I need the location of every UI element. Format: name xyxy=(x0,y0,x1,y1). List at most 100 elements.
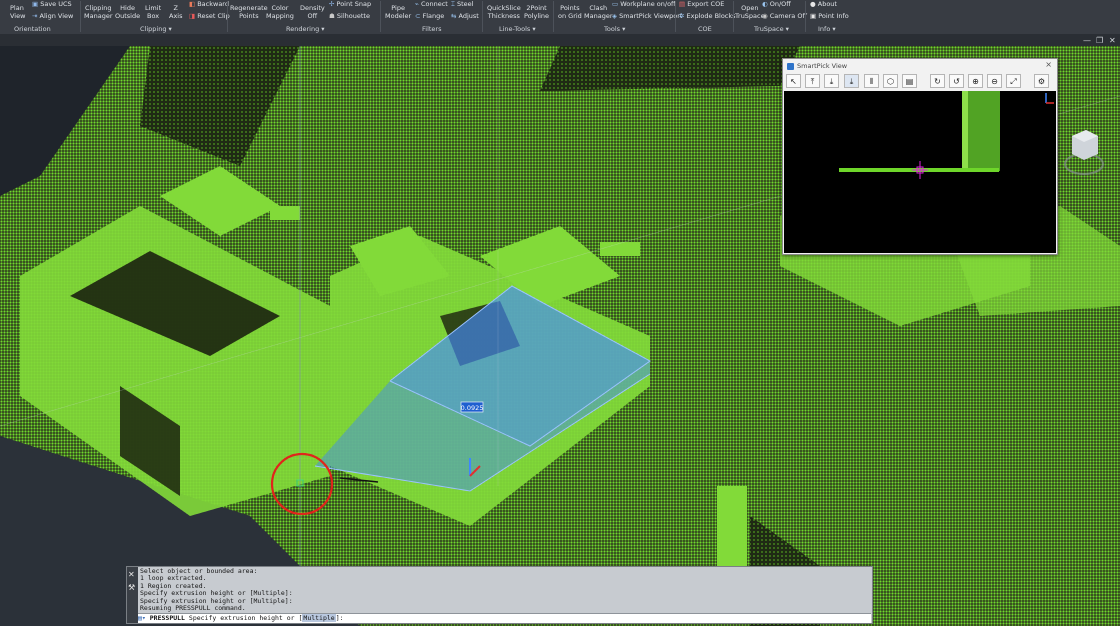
cube-icon[interactable]: ⬡ xyxy=(883,74,898,88)
plan-view-label: Plan xyxy=(10,4,24,12)
camera-icon: ◉ xyxy=(762,12,770,20)
regenerate-points-button[interactable]: Regenerate Points xyxy=(230,4,268,20)
polyline-label-2: Polyline xyxy=(524,12,550,20)
z-axis-label: Z xyxy=(173,4,178,12)
point-snap-label: Point Snap xyxy=(336,0,372,8)
zoom-extents-icon[interactable]: ⤢ xyxy=(1006,74,1021,88)
open-truspace-button[interactable]: Open TruSpace xyxy=(735,4,765,20)
point-info-button[interactable]: ▣ Point Info xyxy=(810,12,849,20)
down-view-icon[interactable]: ⤓ xyxy=(824,74,839,88)
command-input[interactable]: ▤▾ PRESSPULL Specify extrusion height or… xyxy=(138,613,871,623)
divider xyxy=(227,1,228,32)
minimize-icon[interactable]: — xyxy=(1083,36,1091,45)
divider xyxy=(805,1,806,32)
regenerate-label-2: Points xyxy=(239,12,259,20)
steel-button[interactable]: ⌶ Steel xyxy=(451,0,473,8)
reset-clip-button[interactable]: ◨ Reset Clip xyxy=(189,12,230,20)
group-tools: Tools ▾ xyxy=(604,25,626,33)
explode-blocks-label: Explode Blocks xyxy=(686,12,736,20)
workplane-icon: ▭ xyxy=(612,0,621,8)
export-coe-button[interactable]: ▤ Export COE xyxy=(679,0,724,8)
quickslice-thickness-button[interactable]: QuickSlice Thickness xyxy=(487,4,521,20)
info-icon: ● xyxy=(810,0,818,8)
ribbon: Plan View ▣ Save UCS ⇥ Align View Orienta… xyxy=(0,0,1120,34)
smartpick-view-panel[interactable]: SmartPick View × ↖ ⤒ ⤓ ⤓ ⦀ ⬡ ▤ ↻ ↺ ⊕ ⊖ ⤢… xyxy=(782,58,1058,255)
rotate-ccw-icon[interactable]: ↺ xyxy=(949,74,964,88)
explode-blocks-button[interactable]: ✲ Explode Blocks xyxy=(679,12,736,20)
limit-box-button[interactable]: Limit Box xyxy=(145,4,161,20)
settings-icon[interactable]: ⚙ xyxy=(1034,74,1049,88)
close-command-icon[interactable]: ✕ xyxy=(128,570,135,579)
multiple-option[interactable]: Multiple xyxy=(302,614,336,622)
select-icon[interactable]: ↖ xyxy=(786,74,801,88)
navigation-cube[interactable] xyxy=(1064,124,1104,190)
adjust-icon: ⇆ xyxy=(451,12,459,20)
points-on-grid-label-2: on Grid xyxy=(558,12,582,20)
divider xyxy=(675,1,676,32)
group-orientation: Orientation xyxy=(14,25,51,33)
toggle-icon: ◐ xyxy=(762,0,770,8)
point-snap-button[interactable]: ✢ Point Snap xyxy=(329,0,371,8)
adjust-button[interactable]: ⇆ Adjust xyxy=(451,12,479,20)
truspace-onoff-button[interactable]: ◐ On/Off xyxy=(762,0,791,8)
z-axis-button[interactable]: Z Axis xyxy=(169,4,183,20)
point-snap-icon: ✢ xyxy=(329,0,337,8)
divider xyxy=(482,1,483,32)
reset-clip-label: Reset Clip xyxy=(197,12,230,20)
ucs-icon: ▣ xyxy=(32,0,41,8)
save-ucs-label: Save UCS xyxy=(40,0,72,8)
restore-icon[interactable]: ❐ xyxy=(1096,36,1103,45)
export-coe-label: Export COE xyxy=(687,0,725,8)
connect-button[interactable]: ⌁ Connect xyxy=(415,0,448,8)
top-view-icon[interactable]: ⤒ xyxy=(805,74,820,88)
command-prompt-icon[interactable]: ▤▾ xyxy=(138,614,150,622)
backward-button[interactable]: ◧ Backward xyxy=(189,0,229,8)
smartpick-close-icon[interactable]: × xyxy=(1045,60,1052,69)
limit-box-label: Limit xyxy=(145,4,162,12)
zoom-in-icon[interactable]: ⊕ xyxy=(968,74,983,88)
command-line-side: ✕ ⚒ xyxy=(127,567,138,623)
clipping-manager-button[interactable]: Clipping Manager xyxy=(84,4,113,20)
silhouette-button[interactable]: ☗ Silhouette xyxy=(329,12,370,20)
2point-polyline-button[interactable]: 2Point Polyline xyxy=(524,4,549,20)
rotate-cw-icon[interactable]: ↻ xyxy=(930,74,945,88)
columns-icon[interactable]: ⦀ xyxy=(864,74,879,88)
smartpick-toolbar: ↖ ⤒ ⤓ ⤓ ⦀ ⬡ ▤ ↻ ↺ ⊕ ⊖ ⤢ ⚙ xyxy=(786,74,1054,90)
color-mapping-button[interactable]: Color Mapping xyxy=(266,4,294,20)
dimension-value: 0.0925 xyxy=(461,404,484,412)
command-history: Select object or bounded area: 1 loop ex… xyxy=(140,567,293,613)
command-prompt-end: ]: xyxy=(335,614,344,622)
smartpick-canvas[interactable] xyxy=(784,91,1056,253)
group-filters: Filters xyxy=(422,25,442,33)
hide-outside-button[interactable]: Hide Outside xyxy=(115,4,140,20)
smartpick-viewport-button[interactable]: ◈ SmartPick Viewport xyxy=(612,12,682,20)
save-icon[interactable]: ▤ xyxy=(902,74,917,88)
quickslice-label-2: Thickness xyxy=(487,12,520,20)
clash-manager-button[interactable]: Clash Manager xyxy=(584,4,613,20)
align-view-label: Align View xyxy=(39,12,74,20)
zoom-out-icon[interactable]: ⊖ xyxy=(987,74,1002,88)
pipe-modeler-label: Pipe xyxy=(391,4,405,12)
points-on-grid-button[interactable]: Points on Grid xyxy=(558,4,582,20)
close-icon[interactable]: ✕ xyxy=(1109,36,1116,45)
plan-view-button[interactable]: Plan View xyxy=(10,4,25,20)
history-line: Resuming PRESSPULL command. xyxy=(140,604,246,613)
about-button[interactable]: ● About xyxy=(810,0,837,8)
camera-off-label: Camera Off xyxy=(769,12,807,20)
customize-wrench-icon[interactable]: ⚒ xyxy=(128,583,135,592)
workplane-button[interactable]: ▭ Workplane on/off xyxy=(612,0,676,8)
workplane-label: Workplane on/off xyxy=(620,0,676,8)
flange-button[interactable]: ⊂ Flange xyxy=(415,12,444,20)
save-ucs-button[interactable]: ▣ Save UCS xyxy=(32,0,72,8)
align-view-button[interactable]: ⇥ Align View xyxy=(32,12,73,20)
hide-outside-label-2: Outside xyxy=(115,12,141,20)
divider xyxy=(733,1,734,32)
align-icon: ⇥ xyxy=(32,12,40,20)
density-off-button[interactable]: Density Off xyxy=(300,4,325,20)
command-line-panel[interactable]: ✕ ⚒ Select object or bounded area: 1 loo… xyxy=(126,566,873,624)
polyline-label: 2Point xyxy=(526,4,547,12)
divider xyxy=(380,1,381,32)
camera-off-button[interactable]: ◉ Camera Off xyxy=(762,12,807,20)
align-down-icon[interactable]: ⤓ xyxy=(844,74,859,88)
pipe-modeler-button[interactable]: Pipe Modeler xyxy=(385,4,411,20)
